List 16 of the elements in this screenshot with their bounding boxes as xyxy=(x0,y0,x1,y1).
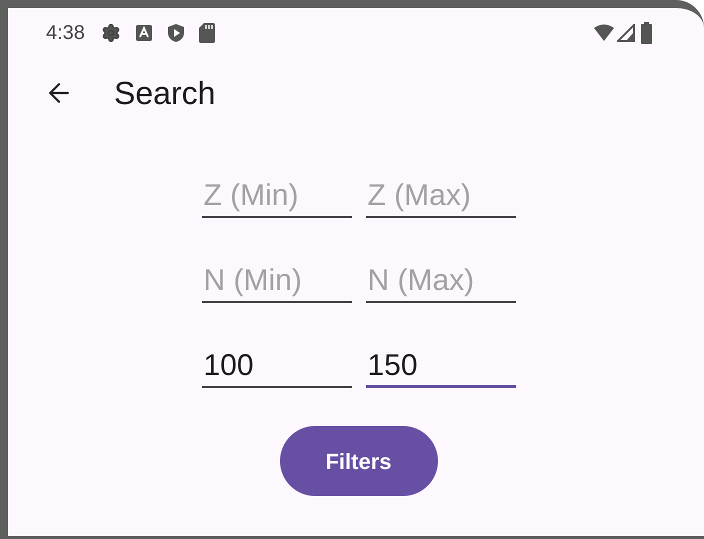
filters-button[interactable]: Filters xyxy=(280,426,438,496)
input-field[interactable]: 100 xyxy=(202,338,352,388)
screen-title: Search xyxy=(114,74,216,113)
sd-card-icon xyxy=(198,23,215,43)
settings-icon xyxy=(100,23,121,43)
play-shield-icon xyxy=(166,23,185,43)
wifi-icon xyxy=(593,24,615,42)
input-field[interactable]: Z (Min) xyxy=(202,168,352,218)
input-field[interactable]: N (Min) xyxy=(202,253,352,303)
status-time: 4:38 xyxy=(46,21,85,46)
signal-icon xyxy=(617,24,635,42)
input-field[interactable]: 150 xyxy=(366,338,516,388)
input-field[interactable]: Z (Max) xyxy=(366,168,516,218)
font-icon xyxy=(134,24,153,42)
input-field[interactable]: N (Max) xyxy=(366,253,516,303)
battery-icon xyxy=(641,22,652,44)
